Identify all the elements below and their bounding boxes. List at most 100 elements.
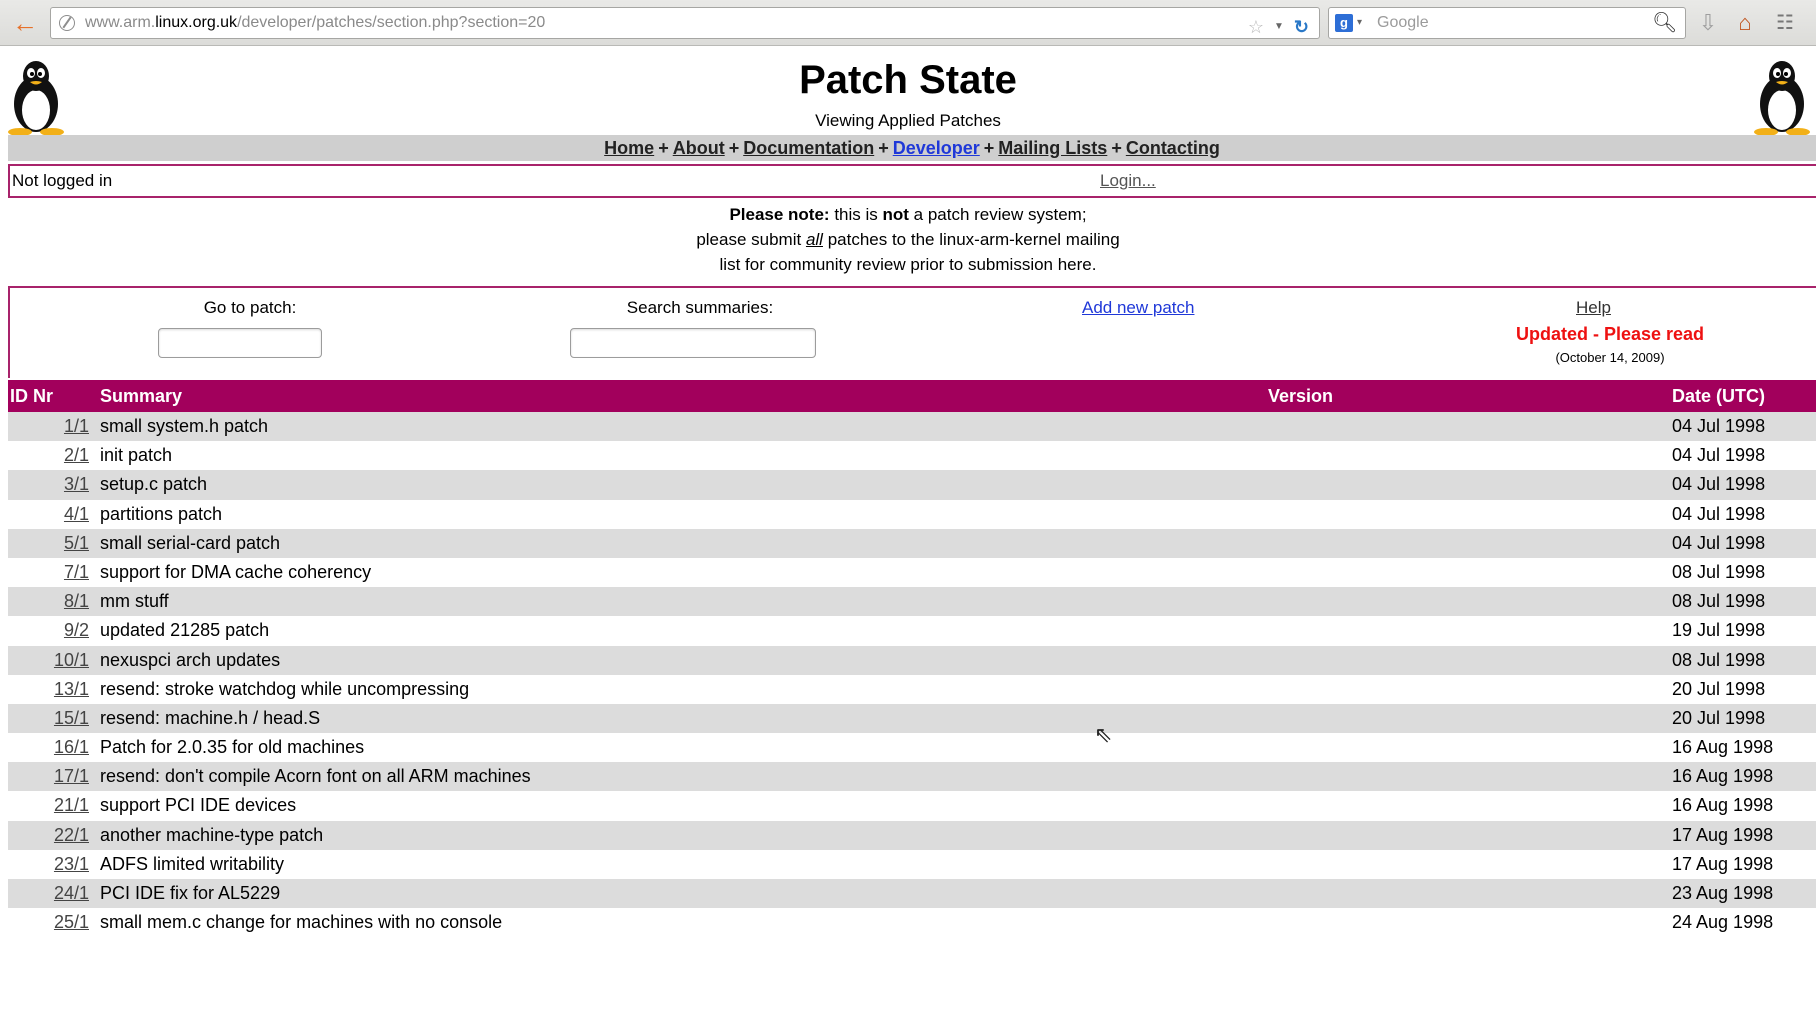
- nav-separator: +: [983, 138, 995, 158]
- patch-id-link[interactable]: 15/1: [54, 704, 89, 733]
- nav-contacting[interactable]: Contacting: [1126, 138, 1220, 158]
- patch-date: 20 Jul 1998: [1672, 707, 1766, 728]
- nav-separator: +: [1111, 138, 1122, 158]
- patch-date: 20 Jul 1998: [1672, 678, 1766, 699]
- patch-id-link[interactable]: 7/1: [64, 558, 89, 587]
- patch-id-link[interactable]: 25/1: [54, 908, 89, 937]
- site-identity-icon[interactable]: [59, 15, 75, 31]
- url-host: linux.org.uk: [155, 14, 238, 31]
- help-link[interactable]: Help: [1576, 298, 1611, 318]
- google-engine-icon[interactable]: g: [1335, 14, 1353, 32]
- url-prefix: www.arm.: [85, 14, 156, 31]
- login-bar: Not logged in Login...: [8, 164, 1816, 198]
- table-row: 4/1 partitions patch 04 Jul 1998: [8, 500, 1816, 529]
- patch-id-link[interactable]: 4/1: [64, 500, 89, 529]
- add-new-patch-link[interactable]: Add new patch: [1082, 298, 1194, 318]
- patch-date: 04 Jul 1998: [1672, 445, 1766, 466]
- patch-date: 16 Aug 1998: [1672, 795, 1774, 816]
- addon-icon[interactable]: ☷: [1770, 8, 1800, 38]
- table-header: ID Nr Summary Version Date (UTC): [8, 380, 1816, 412]
- patch-id-link[interactable]: 23/1: [54, 850, 89, 879]
- notice-line-3: list for community review prior to submi…: [719, 255, 1097, 274]
- page-subtitle: Viewing Applied Patches: [815, 111, 1001, 130]
- patch-summary: PCI IDE fix for AL5229: [100, 883, 281, 903]
- patch-date: 16 Aug 1998: [1672, 737, 1774, 758]
- table-row: 3/1 setup.c patch 04 Jul 1998: [8, 470, 1816, 500]
- nav-home[interactable]: Home: [604, 138, 654, 158]
- search-summaries-input[interactable]: [570, 328, 816, 358]
- patch-id-link[interactable]: 13/1: [54, 675, 89, 704]
- table-row: 16/1 Patch for 2.0.35 for old machines 16 …: [8, 733, 1816, 762]
- patch-id-link[interactable]: 22/1: [54, 821, 89, 850]
- nav-about[interactable]: About: [673, 138, 725, 158]
- nav-mailing-lists[interactable]: Mailing Lists: [998, 138, 1107, 158]
- patch-id-link[interactable]: 1/1: [64, 412, 89, 441]
- patch-id-link[interactable]: 17/1: [54, 762, 89, 791]
- patch-id-link[interactable]: 21/1: [54, 791, 89, 820]
- dropdown-arrow-icon[interactable]: ▼: [1274, 12, 1284, 38]
- table-row: 24/1 PCI IDE fix for AL5229 23 Aug 1998: [8, 879, 1816, 909]
- patch-summary: Patch for 2.0.35 for old machines: [100, 737, 365, 758]
- patch-summary: setup.c patch: [100, 474, 208, 495]
- login-link[interactable]: Login...: [1100, 167, 1156, 195]
- nav-documentation[interactable]: Documentation: [743, 138, 874, 158]
- table-row: 23/1 ADFS limited writability 17 Aug 1998: [8, 850, 1816, 879]
- updated-notice[interactable]: Updated - Please read: [1500, 324, 1720, 345]
- patch-id-link[interactable]: 9/2: [64, 616, 89, 645]
- page-title: Patch State: [799, 58, 1017, 102]
- table-row: 1/1 small system.h patch 04 Jul 1998: [8, 412, 1816, 442]
- patch-summary: small system.h patch: [100, 416, 269, 436]
- nav-separator: +: [658, 138, 669, 158]
- patch-summary: nexuspci arch updates: [100, 649, 281, 670]
- goto-patch-label: Go to patch:: [203, 298, 297, 317]
- reload-icon[interactable]: ↻: [1294, 12, 1309, 38]
- patch-id-link[interactable]: 5/1: [64, 529, 89, 558]
- nav-developer[interactable]: Developer: [893, 138, 980, 158]
- patch-id-link[interactable]: 3/1: [64, 470, 89, 499]
- table-row: 13/1 resend: stroke watchdog while uncomp…: [8, 675, 1816, 704]
- patch-date: 23 Aug 1998: [1672, 883, 1774, 903]
- patch-summary: resend: don't compile Acorn font on all …: [100, 766, 531, 787]
- main-nav: Home + About + Documentation + Developer + Maili…: [8, 135, 1816, 161]
- table-row: 17/1 resend: don't compile Acorn font on …: [8, 762, 1816, 792]
- patch-date: 04 Jul 1998: [1672, 474, 1766, 495]
- patch-id-link[interactable]: 10/1: [54, 646, 89, 675]
- mouse-pointer-icon: ⇖: [1094, 722, 1113, 747]
- patch-summary: init patch: [100, 445, 173, 466]
- patch-date: 04 Jul 1998: [1672, 503, 1766, 524]
- search-bar[interactable]: g ▾ Google: [1328, 7, 1686, 39]
- patch-date: 17 Aug 1998: [1672, 824, 1774, 845]
- patch-summary: resend: machine.h / head.S: [100, 707, 321, 728]
- patch-id-link[interactable]: 16/1: [54, 733, 89, 762]
- patch-summary: ADFS limited writability: [100, 853, 285, 874]
- search-summaries-label: Search summaries:: [626, 298, 774, 317]
- back-arrow-icon[interactable]: ←: [10, 9, 40, 37]
- patch-id-link[interactable]: 24/1: [54, 879, 89, 908]
- login-status: Not logged in: [12, 171, 113, 190]
- home-icon[interactable]: ⌂: [1730, 8, 1760, 38]
- patch-controls: Go to patch: Search summaries: Add new p…: [8, 286, 1816, 378]
- patch-summary: small serial-card patch: [100, 532, 281, 553]
- table-row: 5/1 small serial-card patch 04 Jul 1998: [8, 528, 1816, 558]
- bookmark-star-icon[interactable]: ☆: [1248, 12, 1264, 38]
- table-row: 9/2 updated 21285 patch 19 Jul 1998: [8, 616, 1816, 645]
- patch-date: 04 Jul 1998: [1672, 416, 1766, 436]
- patch-date: 08 Jul 1998: [1672, 649, 1766, 670]
- patch-summary: mm stuff: [100, 591, 169, 612]
- patch-summary: partitions patch: [100, 503, 223, 524]
- patch-date: 08 Jul 1998: [1672, 561, 1766, 582]
- download-icon[interactable]: ⇩: [1693, 8, 1723, 38]
- goto-patch-input[interactable]: [158, 328, 322, 358]
- notice-text: Please note: this is not a patch review …: [0, 202, 1816, 277]
- header-date: Date (UTC): [1672, 386, 1765, 406]
- patch-date: 24 Aug 1998: [1672, 912, 1774, 933]
- patch-id-link[interactable]: 8/1: [64, 587, 89, 616]
- patch-id-link[interactable]: 2/1: [64, 441, 89, 470]
- engine-dropdown-icon[interactable]: ▾: [1357, 8, 1362, 38]
- url-bar[interactable]: www.arm.linux.org.uk/developer/patches/s…: [50, 7, 1320, 39]
- table-row: 25/1 small mem.c change for machines with…: [8, 908, 1816, 937]
- patch-summary: support PCI IDE devices: [100, 795, 297, 816]
- notice-line-1-a: this is: [829, 205, 883, 224]
- search-magnifier-icon[interactable]: 🔍︎: [1652, 11, 1677, 35]
- nav-separator: +: [878, 138, 889, 158]
